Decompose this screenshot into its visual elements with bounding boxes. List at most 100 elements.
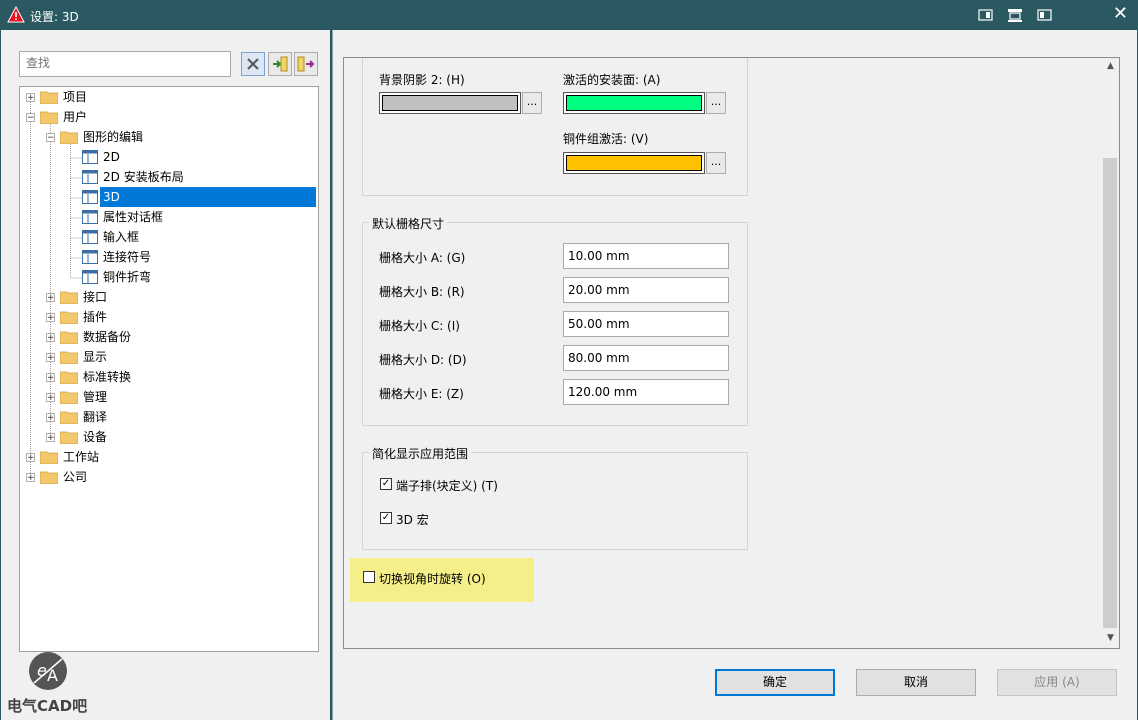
grid-a-input[interactable]: [564, 244, 722, 268]
folder-icon: [60, 371, 78, 384]
collapse-arrow-icon: [297, 56, 315, 72]
grid-b-input[interactable]: [564, 278, 722, 302]
tree-item-connection-symbol[interactable]: 连接符号: [20, 247, 318, 267]
grid-d-input[interactable]: [564, 346, 722, 370]
settings-tree[interactable]: + 项目 − 用户 − 图形的编辑 2D 2D 安装板布局 3D 属性对话框 输…: [19, 86, 319, 652]
tree-item-label: 输入框: [103, 230, 140, 244]
folder-icon: [60, 331, 78, 344]
grid-e-input[interactable]: [564, 380, 722, 404]
tree-item-label: 图形的编辑: [83, 130, 144, 144]
tree-item-label: 接口: [83, 290, 108, 304]
active-plane-color-box[interactable]: [563, 92, 705, 114]
terminal-block-label: 端子排(块定义) (T): [396, 479, 498, 493]
clear-x-icon: [247, 58, 259, 70]
terminal-block-checkbox[interactable]: ✓: [380, 478, 392, 490]
grid-e-label: 栅格大小 E: (Z): [379, 387, 464, 401]
grid-c-field[interactable]: [563, 311, 729, 337]
grid-d-field[interactable]: [563, 345, 729, 371]
bg-shadow-swatch: [382, 95, 518, 111]
expand-icon[interactable]: +: [26, 473, 35, 483]
expand-icon[interactable]: +: [46, 413, 55, 423]
svg-text:e: e: [37, 661, 47, 680]
tree-item-label: 设备: [83, 430, 108, 444]
tree-item-label: 用户: [63, 110, 88, 124]
scroll-thumb[interactable]: [1103, 158, 1117, 628]
tree-item-display[interactable]: + 显示: [20, 347, 318, 367]
tree-item-translation[interactable]: + 翻译: [20, 407, 318, 427]
tree-item-graphic-edit[interactable]: − 图形的编辑: [20, 127, 318, 147]
grid-e-field[interactable]: [563, 379, 729, 405]
3d-macro-checkbox[interactable]: ✓: [380, 512, 392, 524]
simplified-display-group: 简化显示应用范围: [362, 445, 748, 550]
copper-active-swatch: [566, 155, 702, 171]
collapse-icon[interactable]: −: [46, 133, 55, 143]
search-input[interactable]: [20, 52, 232, 74]
expand-icon[interactable]: +: [46, 433, 55, 443]
splitter-edge: [332, 30, 333, 720]
tree-item-plugin[interactable]: + 插件: [20, 307, 318, 327]
tree-item-2d-panel-layout[interactable]: 2D 安装板布局: [20, 167, 318, 187]
tree-item-2d[interactable]: 2D: [20, 147, 318, 167]
tree-item-management[interactable]: + 管理: [20, 387, 318, 407]
watermark-logo-icon: e A: [29, 652, 67, 690]
tree-item-3d[interactable]: 3D: [20, 187, 318, 207]
expand-icon[interactable]: +: [46, 373, 55, 383]
tree-item-input-box[interactable]: 输入框: [20, 227, 318, 247]
expand-icon[interactable]: +: [26, 93, 35, 103]
apply-button[interactable]: 应用 (A): [997, 669, 1117, 696]
expand-icon[interactable]: +: [46, 393, 55, 403]
scroll-up-icon[interactable]: ▲: [1104, 61, 1117, 75]
bg-shadow-browse-button[interactable]: ...: [522, 92, 542, 114]
cancel-button[interactable]: 取消: [856, 669, 976, 696]
copper-active-browse-button[interactable]: ...: [706, 152, 726, 174]
tree-item-device[interactable]: + 设备: [20, 427, 318, 447]
expand-icon[interactable]: +: [46, 313, 55, 323]
tree-item-label: 标准转换: [83, 370, 132, 384]
copper-active-color-box[interactable]: [563, 152, 705, 174]
scroll-down-icon[interactable]: ▼: [1104, 633, 1117, 647]
folder-icon: [40, 471, 58, 484]
settings-page-icon: [82, 210, 98, 224]
expand-icon[interactable]: +: [46, 353, 55, 363]
settings-page-icon: [82, 150, 98, 164]
content-scrollbar[interactable]: ▲ ▼: [1102, 58, 1119, 648]
folder-icon: [60, 311, 78, 324]
float-window-icon[interactable]: [1036, 6, 1054, 24]
ok-button[interactable]: 确定: [715, 669, 835, 696]
rotate-on-view-switch-checkbox[interactable]: [363, 571, 375, 583]
expand-icon[interactable]: +: [26, 453, 35, 463]
tree-item-user[interactable]: − 用户: [20, 107, 318, 127]
svg-text:A: A: [47, 666, 58, 685]
tree-item-standard-conversion[interactable]: + 标准转换: [20, 367, 318, 387]
dock-icon[interactable]: [977, 6, 995, 24]
active-plane-browse-button[interactable]: ...: [706, 92, 726, 114]
grid-a-field[interactable]: [563, 243, 729, 269]
expand-tree-button[interactable]: [268, 52, 292, 76]
tree-item-label: 公司: [63, 470, 88, 484]
window-title: 设置: 3D: [30, 10, 79, 24]
tree-item-interface[interactable]: + 接口: [20, 287, 318, 307]
grid-b-field[interactable]: [563, 277, 729, 303]
restore-layout-icon[interactable]: [1006, 6, 1024, 24]
tree-item-label: 工作站: [63, 450, 100, 464]
warning-app-icon: [7, 6, 25, 23]
settings-page-icon: [82, 230, 98, 244]
settings-content-panel: 背景阴影 2: (H) ... 激活的安装面: (A) ... 铜件组激活: (…: [343, 57, 1120, 649]
clear-search-button[interactable]: [241, 52, 265, 76]
close-icon[interactable]: ✕: [1113, 3, 1128, 25]
tree-item-data-backup[interactable]: + 数据备份: [20, 327, 318, 347]
grid-c-input[interactable]: [564, 312, 722, 336]
tree-item-company[interactable]: + 公司: [20, 467, 318, 487]
tree-item-label: 项目: [63, 90, 88, 104]
search-field[interactable]: [19, 51, 232, 77]
tree-item-workstation[interactable]: + 工作站: [20, 447, 318, 467]
tree-item-project[interactable]: + 项目: [20, 87, 318, 107]
tree-item-copper-bending[interactable]: 铜件折弯: [20, 267, 318, 287]
expand-icon[interactable]: +: [46, 333, 55, 343]
tree-item-label: 属性对话框: [103, 210, 164, 224]
bg-shadow-color-box[interactable]: [379, 92, 521, 114]
collapse-tree-button[interactable]: [294, 52, 318, 76]
expand-icon[interactable]: +: [46, 293, 55, 303]
tree-item-property-dialog[interactable]: 属性对话框: [20, 207, 318, 227]
collapse-icon[interactable]: −: [26, 113, 35, 123]
